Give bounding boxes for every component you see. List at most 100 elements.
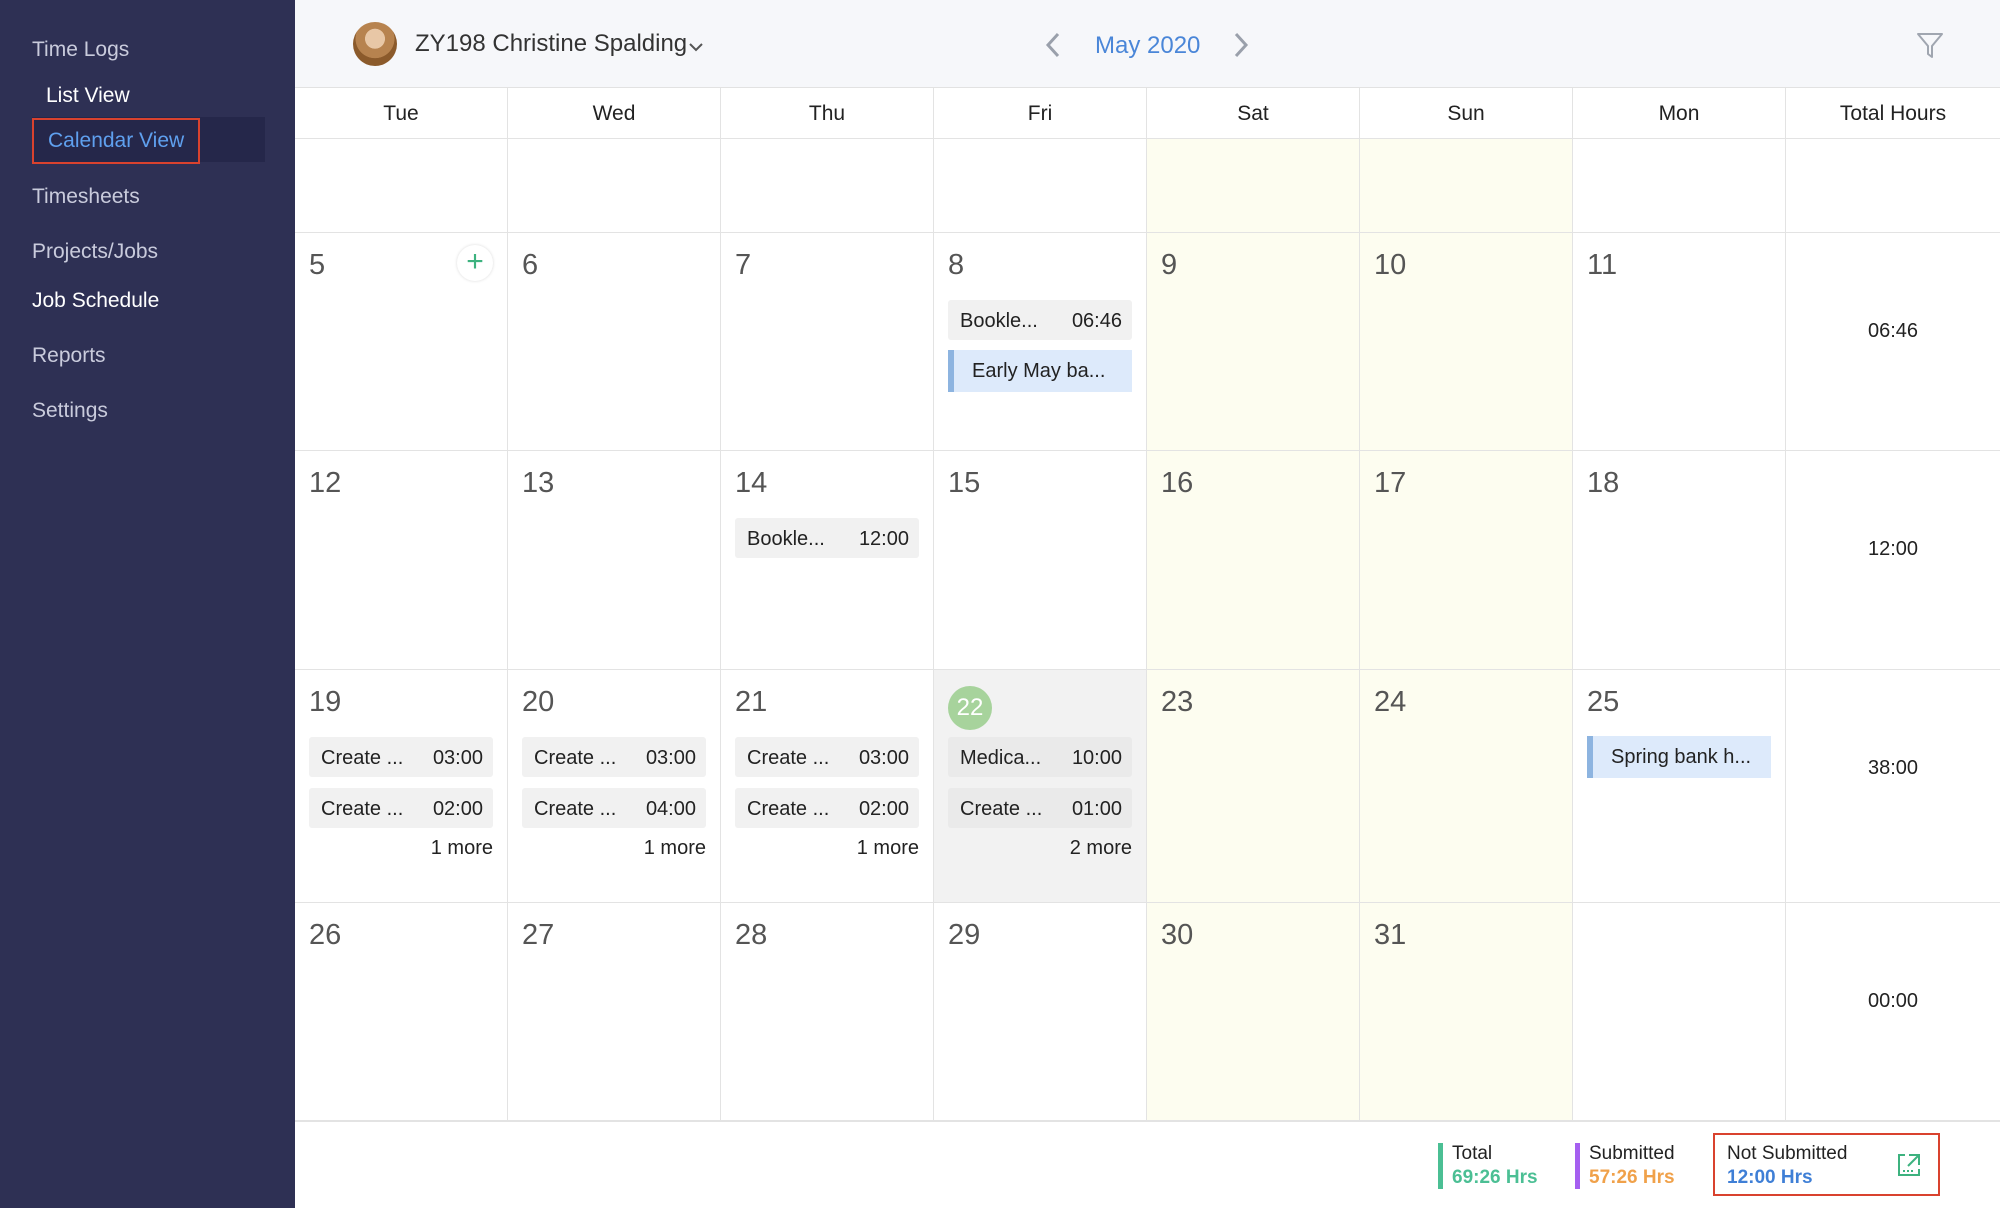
sidebar-item-projects-jobs[interactable]: Projects/Jobs (32, 240, 158, 264)
entry-time: 06:46 (1071, 310, 1122, 332)
filter-icon[interactable] (1915, 30, 1945, 60)
day-number: 18 (1587, 467, 1620, 499)
day-number: 31 (1374, 919, 1407, 951)
calendar-cell-may-24[interactable]: 24 (1360, 670, 1573, 903)
submitted-color-bar (1575, 1143, 1580, 1189)
month-label[interactable]: May 2020 (1095, 32, 1200, 60)
calendar-cell-may-15[interactable]: 15 (934, 451, 1147, 670)
day-number: 17 (1374, 467, 1407, 499)
sidebar-item-list-view[interactable]: List View (46, 84, 130, 108)
sidebar-item-job-schedule[interactable]: Job Schedule (32, 289, 159, 313)
more-entries-link[interactable]: 1 more (644, 837, 706, 860)
calendar-cell-may-20[interactable]: 20 Create ... 03:00 Create ... 04:00 1 m… (508, 670, 721, 903)
day-number: 8 (948, 249, 965, 281)
day-number: 11 (1587, 249, 1618, 281)
sidebar-item-settings[interactable]: Settings (32, 399, 108, 423)
time-log-entry[interactable]: Create ... 03:00 (309, 737, 493, 777)
more-entries-link[interactable]: 2 more (1070, 837, 1132, 860)
calendar-cell-may-23[interactable]: 23 (1147, 670, 1360, 903)
entry-time: 01:00 (1071, 798, 1122, 820)
calendar-cell-may-16[interactable]: 16 (1147, 451, 1360, 670)
user-selector[interactable]: ZY198 Christine Spalding (415, 30, 687, 58)
time-log-entry[interactable]: Create ... 03:00 (522, 737, 706, 777)
calendar-cell-may-31[interactable]: 31 (1360, 903, 1573, 1121)
day-header-total-hours: Total Hours (1786, 88, 2000, 139)
calendar-cell-may-12[interactable]: 12 (295, 451, 508, 670)
week-total: 06:46 (1786, 233, 2000, 451)
add-time-log-button[interactable]: + (457, 245, 493, 281)
time-log-entry[interactable]: Create ... 03:00 (735, 737, 919, 777)
more-entries-link[interactable]: 1 more (431, 837, 493, 860)
export-icon[interactable] (1895, 1151, 1923, 1179)
calendar-cell-may-5[interactable]: 5 + (295, 233, 508, 451)
sidebar-item-calendar-view[interactable]: Calendar View (32, 118, 200, 164)
time-log-entry[interactable]: Bookle... 06:46 (948, 300, 1132, 340)
time-log-entry[interactable]: Create ... 01:00 (948, 788, 1132, 828)
entry-name: Create ... (747, 798, 830, 820)
calendar-cell[interactable] (295, 139, 508, 233)
avatar[interactable] (353, 22, 397, 66)
calendar-cell-may-14[interactable]: 14 Bookle... 12:00 (721, 451, 934, 670)
not-submitted-hours-summary[interactable]: Not Submitted 12:00 Hrs (1713, 1143, 1847, 1191)
calendar-cell-may-22[interactable]: 22 Medica... 10:00 Create ... 01:00 2 mo… (934, 670, 1147, 903)
day-header-mon: Mon (1573, 88, 1786, 139)
calendar-cell[interactable] (508, 139, 721, 233)
entry-time: 02:00 (858, 798, 909, 820)
time-log-entry[interactable]: Create ... 02:00 (309, 788, 493, 828)
calendar-cell-may-25[interactable]: 25 Spring bank h... (1573, 670, 1786, 903)
more-entries-link[interactable]: 1 more (857, 837, 919, 860)
not-submitted-label: Not Submitted (1727, 1143, 1848, 1164)
calendar-cell-may-7[interactable]: 7 (721, 233, 934, 451)
chevron-left-icon[interactable] (1042, 30, 1064, 60)
day-header-fri: Fri (934, 88, 1147, 139)
calendar-cell-may-6[interactable]: 6 (508, 233, 721, 451)
day-number: 9 (1161, 249, 1178, 281)
calendar-cell[interactable] (934, 139, 1147, 233)
entry-name: Bookle... (747, 528, 825, 550)
calendar-cell-may-30[interactable]: 30 (1147, 903, 1360, 1121)
calendar-cell-may-29[interactable]: 29 (934, 903, 1147, 1121)
day-number: 12 (309, 467, 342, 499)
week-total: 12:00 (1786, 451, 2000, 670)
calendar-cell-may-26[interactable]: 26 (295, 903, 508, 1121)
calendar-cell[interactable] (1573, 139, 1786, 233)
calendar-cell[interactable] (1360, 139, 1573, 233)
sidebar: Time Logs List View Calendar View Timesh… (0, 0, 295, 1208)
entry-time: 12:00 (858, 528, 909, 550)
calendar-cell-may-27[interactable]: 27 (508, 903, 721, 1121)
sidebar-item-time-logs[interactable]: Time Logs (32, 38, 129, 62)
not-submitted-value: 12:00 Hrs (1727, 1167, 1813, 1188)
sidebar-item-timesheets[interactable]: Timesheets (32, 185, 140, 209)
holiday-entry[interactable]: Spring bank h... (1587, 736, 1771, 778)
calendar-cell-may-13[interactable]: 13 (508, 451, 721, 670)
sidebar-item-reports[interactable]: Reports (32, 344, 106, 368)
calendar-cell-may-28[interactable]: 28 (721, 903, 934, 1121)
day-number: 5 (309, 249, 326, 281)
chevron-right-icon[interactable] (1230, 30, 1252, 60)
calendar-cell-may-8[interactable]: 8 Bookle... 06:46 Early May ba... (934, 233, 1147, 451)
day-number: 25 (1587, 686, 1620, 718)
time-log-entry[interactable]: Create ... 04:00 (522, 788, 706, 828)
total-color-bar (1438, 1143, 1443, 1189)
calendar-cell[interactable] (1147, 139, 1360, 233)
time-log-entry[interactable]: Bookle... 12:00 (735, 518, 919, 558)
calendar-cell-may-10[interactable]: 10 (1360, 233, 1573, 451)
submitted-label: Submitted (1589, 1143, 1675, 1164)
time-log-entry[interactable]: Medica... 10:00 (948, 737, 1132, 777)
week-total: 38:00 (1786, 670, 2000, 903)
calendar-cell-may-19[interactable]: 19 Create ... 03:00 Create ... 02:00 1 m… (295, 670, 508, 903)
chevron-down-icon[interactable] (687, 38, 705, 56)
day-header-tue: Tue (295, 88, 508, 139)
calendar-cell[interactable] (721, 139, 934, 233)
holiday-entry[interactable]: Early May ba... (948, 350, 1132, 392)
calendar-cell-may-21[interactable]: 21 Create ... 03:00 Create ... 02:00 1 m… (721, 670, 934, 903)
time-log-entry[interactable]: Create ... 02:00 (735, 788, 919, 828)
calendar-cell-may-11[interactable]: 11 (1573, 233, 1786, 451)
day-number: 10 (1374, 249, 1407, 281)
calendar-cell-may-17[interactable]: 17 (1360, 451, 1573, 670)
entry-name: Medica... (960, 747, 1042, 769)
calendar-cell-may-9[interactable]: 9 (1147, 233, 1360, 451)
calendar-cell-may-18[interactable]: 18 (1573, 451, 1786, 670)
day-number: 27 (522, 919, 555, 951)
calendar-cell[interactable] (1573, 903, 1786, 1121)
